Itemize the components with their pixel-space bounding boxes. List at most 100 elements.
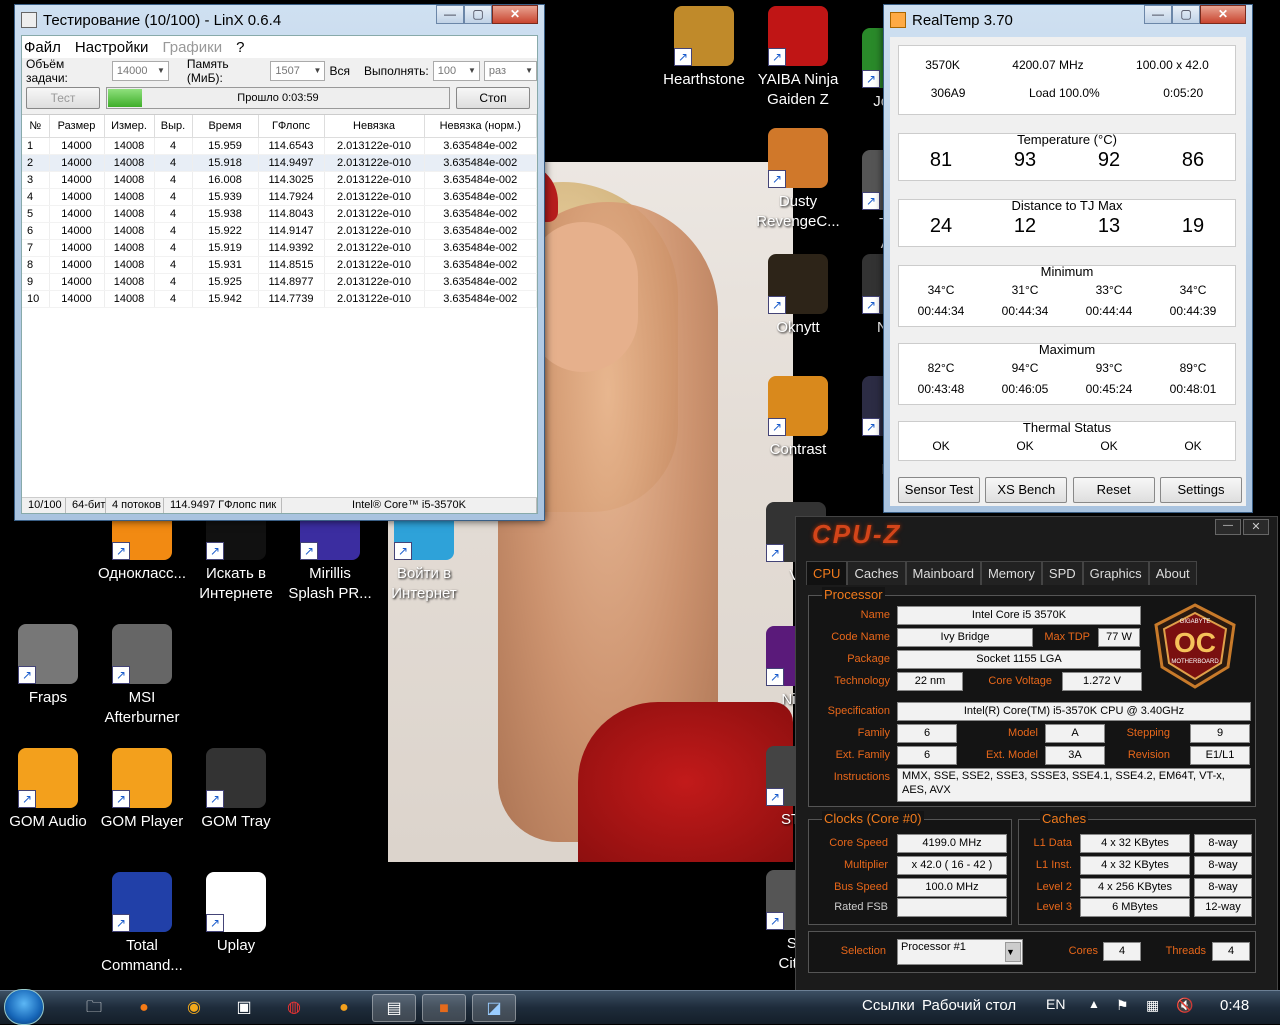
- menu-graphs[interactable]: Графики: [162, 39, 222, 56]
- column-header[interactable]: Невязка (норм.): [424, 115, 537, 138]
- realtemp-window[interactable]: RealTemp 3.70 — ▢ ✕ 3570K 4200.07 MHz 10…: [883, 4, 1253, 513]
- shortcut-arrow-icon: ↗: [862, 296, 880, 314]
- desktop-icon[interactable]: ↗ Contrast: [750, 376, 846, 460]
- desktop-icon[interactable]: ↗ Dusty RevengeC...: [750, 128, 846, 232]
- table-row[interactable]: 6 14000 14008 4 15.922 114.9147 2.013122e-010 3…: [22, 222, 537, 240]
- volume-muted-icon[interactable]: 🔇: [1176, 997, 1193, 1014]
- table-cell: 2.013122e-010: [324, 205, 425, 223]
- close-button[interactable]: ✕: [492, 5, 538, 24]
- column-header[interactable]: Невязка: [324, 115, 425, 138]
- chrome-icon[interactable]: ◍: [272, 994, 316, 1022]
- tab-caches[interactable]: Caches: [847, 561, 906, 585]
- xs-bench-button[interactable]: XS Bench: [985, 477, 1068, 503]
- menu-file[interactable]: Файл: [24, 39, 61, 56]
- table-row[interactable]: 3 14000 14008 4 16.008 114.3025 2.013122e-010 3…: [22, 171, 537, 189]
- linx-window[interactable]: Тестирование (10/100) - LinX 0.6.4 — ▢ ✕…: [14, 4, 545, 521]
- tab-graphics[interactable]: Graphics: [1082, 561, 1149, 585]
- desktop-icon[interactable]: ↗ GOM Tray: [188, 748, 284, 832]
- minimize-button[interactable]: —: [1144, 5, 1172, 24]
- menu-help[interactable]: ?: [236, 39, 244, 56]
- table-row[interactable]: 5 14000 14008 4 15.938 114.8043 2.013122e-010 3…: [22, 205, 537, 223]
- linx-app-icon: [21, 12, 37, 28]
- table-row[interactable]: 7 14000 14008 4 15.919 114.9392 2.013122e-010 3…: [22, 239, 537, 257]
- clock[interactable]: 0:48: [1220, 997, 1249, 1014]
- settings-button[interactable]: Settings: [1159, 477, 1242, 503]
- table-row[interactable]: 2 14000 14008 4 15.918 114.9497 2.013122e-010 3…: [22, 154, 537, 172]
- status-cpu: Intel® Core™ i5-3570K: [282, 498, 537, 513]
- max-tdp-label: Max TDP: [1044, 631, 1090, 643]
- tray-app-icon[interactable]: ▦: [1146, 997, 1159, 1014]
- close-button[interactable]: ✕: [1200, 5, 1246, 24]
- tab-spd[interactable]: SPD: [1041, 561, 1083, 585]
- package: Socket 1155 LGA: [897, 650, 1141, 669]
- desktop-icon[interactable]: ↗ Hearthstone: [656, 6, 752, 90]
- reset-button[interactable]: Reset: [1072, 477, 1155, 503]
- menu-settings[interactable]: Настройки: [75, 39, 149, 56]
- minimize-button[interactable]: —: [436, 5, 464, 24]
- links-toolbar[interactable]: Ссылки: [862, 997, 915, 1014]
- table-cell: 3.635484e-002: [424, 205, 537, 223]
- column-header[interactable]: Выр.: [154, 115, 193, 138]
- run-times-select[interactable]: 100: [432, 61, 480, 81]
- table-cell: 14008: [104, 290, 155, 308]
- column-header[interactable]: №: [22, 115, 50, 138]
- desktop-icon[interactable]: ↗ MSI Afterburner: [94, 624, 190, 728]
- table-row[interactable]: 8 14000 14008 4 15.931 114.8515 2.013122e-010 3…: [22, 256, 537, 274]
- desktop-icon[interactable]: ↗ Uplay: [188, 872, 284, 956]
- cores: 4: [1103, 942, 1141, 961]
- minimize-button[interactable]: —: [1215, 519, 1241, 535]
- origin-icon[interactable]: ◉: [172, 994, 216, 1022]
- table-cell: 2.013122e-010: [324, 171, 425, 189]
- memory-select[interactable]: 1507: [270, 61, 326, 81]
- realtemp-taskbar-icon[interactable]: ◪: [472, 994, 516, 1022]
- desktop-icon[interactable]: ↗ YAIBA Ninja Gaiden Z: [750, 6, 846, 110]
- gom-player-taskbar-icon[interactable]: ●: [322, 994, 366, 1022]
- column-header[interactable]: Размер: [49, 115, 105, 138]
- table-cell: 6: [22, 222, 50, 240]
- desktop-icon[interactable]: ↗ GOM Audio: [0, 748, 96, 832]
- firefox-icon[interactable]: ●: [122, 994, 166, 1022]
- table-cell: 14008: [104, 137, 155, 155]
- cpu-model: 3570K: [925, 58, 960, 72]
- network-icon[interactable]: ⚑: [1116, 997, 1129, 1014]
- tray-expand-icon[interactable]: ▲: [1088, 997, 1100, 1011]
- tab-mainboard[interactable]: Mainboard: [905, 561, 981, 585]
- processor-select[interactable]: Processor #1 ▼: [897, 939, 1023, 965]
- desktop-icon[interactable]: ↗ Fraps: [0, 624, 96, 708]
- cpuz-window[interactable]: CPU-Z — ✕ CPU Caches Mainboard Memory SP…: [795, 516, 1278, 996]
- tab-memory[interactable]: Memory: [980, 561, 1042, 585]
- table-row[interactable]: 1 14000 14008 4 15.959 114.6543 2.013122e-010 3…: [22, 137, 537, 155]
- run-unit-select[interactable]: раз: [483, 61, 537, 81]
- l1-inst-label: L1 Inst.: [1035, 859, 1072, 871]
- run-time: 0:05:20: [1163, 86, 1204, 100]
- column-header[interactable]: Время: [192, 115, 259, 138]
- task-size-select[interactable]: 14000: [111, 61, 169, 81]
- gigabyte-oc-badge: GIGABYTE OC MOTHERBOARD: [1154, 603, 1236, 689]
- core0-max-temp: 82°C: [927, 361, 955, 375]
- cpuz-taskbar-icon[interactable]: ■: [422, 994, 466, 1022]
- stop-button[interactable]: Стоп: [456, 87, 530, 109]
- table-row[interactable]: 9 14000 14008 4 15.925 114.8977 2.013122e-010 3…: [22, 273, 537, 291]
- desktop-icon[interactable]: ↗ Oknytt: [750, 254, 846, 338]
- maximize-button[interactable]: ▢: [464, 5, 492, 24]
- desktop-toolbar[interactable]: Рабочий стол: [922, 997, 1016, 1014]
- test-button[interactable]: Тест: [26, 87, 100, 109]
- core2-temp: 92: [1097, 149, 1121, 171]
- explorer-icon[interactable]: 🗀: [72, 994, 116, 1022]
- sensor-test-button[interactable]: Sensor Test: [898, 477, 980, 503]
- table-cell: 15.931: [192, 256, 259, 274]
- start-button[interactable]: [4, 989, 44, 1025]
- close-button[interactable]: ✕: [1243, 519, 1269, 535]
- column-header[interactable]: Измер.: [104, 115, 155, 138]
- desktop-icon[interactable]: ↗ GOM Player: [94, 748, 190, 832]
- table-row[interactable]: 10 14000 14008 4 15.942 114.7739 2.013122e-010…: [22, 290, 537, 308]
- desktop-icon[interactable]: ↗ Total Command...: [94, 872, 190, 976]
- maximize-button[interactable]: ▢: [1172, 5, 1200, 24]
- language-indicator[interactable]: EN: [1046, 996, 1065, 1012]
- column-header[interactable]: ГФлопс: [258, 115, 325, 138]
- linx-taskbar-icon[interactable]: ▤: [372, 994, 416, 1022]
- tab-cpu[interactable]: CPU: [806, 561, 848, 585]
- tab-about[interactable]: About: [1148, 561, 1197, 585]
- table-row[interactable]: 4 14000 14008 4 15.939 114.7924 2.013122e-010 3…: [22, 188, 537, 206]
- total-commander-taskbar-icon[interactable]: ▣: [222, 994, 266, 1022]
